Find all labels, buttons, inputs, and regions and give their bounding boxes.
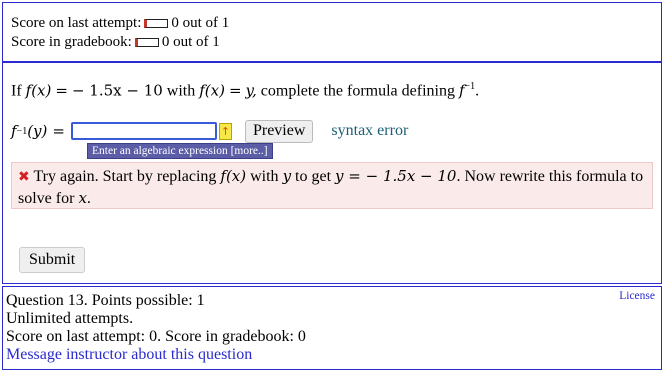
answer-arg: (y) (27, 122, 48, 140)
prompt-eq2: = (228, 81, 242, 100)
input-hint-tooltip[interactable]: Enter an algebraic expression [more..] (87, 143, 273, 159)
answer-row: f −1 (y) = ↑ Preview syntax error (11, 119, 408, 143)
question-info-panel: Question 13. Points possible: 1 Unlimite… (2, 286, 662, 370)
prompt-y: y, (245, 81, 257, 100)
license-link[interactable]: License (619, 290, 655, 302)
score-gradebook-row: Score in gradebook: 0 out of 1 (11, 34, 220, 51)
message-instructor-link[interactable]: Message instructor about this question (6, 346, 252, 363)
feedback-fx: f(x) (220, 167, 247, 185)
prompt-if: If (11, 82, 22, 100)
feedback-expr: y = − 1.5x − 10 (335, 167, 457, 185)
feedback-text-2: with (250, 168, 279, 185)
prompt-fx2: f(x) (199, 81, 225, 100)
score-last-attempt-bar (144, 19, 169, 28)
preview-button[interactable]: Preview (244, 119, 314, 143)
prompt-eq: = (55, 81, 68, 100)
answer-input[interactable] (70, 122, 217, 140)
feedback-text-3: to get (295, 168, 332, 185)
answer-sup: −1 (16, 125, 28, 137)
message-link-row: Message instructor about this question (6, 346, 252, 364)
score-last-attempt-value: 0 out of 1 (171, 15, 230, 31)
submit-button[interactable]: Submit (19, 247, 86, 273)
incorrect-x-icon: ✖ (18, 169, 30, 185)
feedback-y: y (282, 167, 292, 185)
prompt-sup: −1 (464, 81, 476, 92)
math-symbols-icon[interactable]: ↑ (218, 122, 232, 140)
prompt-with: with (166, 82, 196, 100)
feedback-text-5: . (86, 190, 91, 207)
score-last-attempt-row: Score on last attempt: 0 out of 1 (11, 15, 229, 32)
prompt-fx: f(x) (25, 81, 52, 100)
score-last-attempt-label: Score on last attempt: (11, 15, 142, 31)
prompt-end: . (475, 82, 480, 100)
prompt-expr: − 1.5x − 10 (71, 81, 163, 100)
question-panel: If f(x) = − 1.5x − 10 with f(x) = y, com… (2, 62, 662, 284)
score-summary-line: Score on last attempt: 0. Score in grade… (6, 328, 306, 345)
attempts-line: Unlimited attempts. (6, 310, 134, 327)
prompt-rest: complete the formula defining (260, 82, 455, 100)
feedback-text-1: Try again. Start by replacing (33, 168, 217, 185)
syntax-error-text: syntax error (331, 122, 409, 139)
answer-eq: = (52, 122, 65, 140)
score-panel: Score on last attempt: 0 out of 1 Score … (2, 2, 662, 62)
score-gradebook-value: 0 out of 1 (161, 34, 220, 50)
feedback-x: x (78, 189, 87, 207)
question-points-line: Question 13. Points possible: 1 (6, 292, 205, 309)
score-gradebook-label: Score in gradebook: (11, 34, 132, 50)
feedback-box: ✖ Try again. Start by replacing f(x) wit… (11, 162, 653, 209)
question-prompt: If f(x) = − 1.5x − 10 with f(x) = y, com… (11, 81, 479, 100)
score-gradebook-bar (134, 38, 159, 47)
